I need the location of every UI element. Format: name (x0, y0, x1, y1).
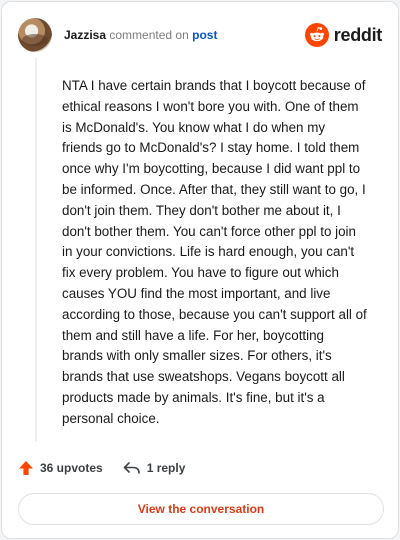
reddit-brand[interactable]: reddit (304, 22, 383, 48)
upvote-count: 36 upvotes (40, 461, 103, 475)
view-conversation-label: View the conversation (137, 502, 265, 516)
upvote-button[interactable]: 36 upvotes (18, 460, 103, 476)
upvote-arrow-icon (19, 461, 33, 475)
thread-line (35, 58, 37, 442)
comment-card: Jazzisa commented on post reddit NTA I h… (1, 1, 399, 539)
reddit-logo-icon (304, 23, 329, 47)
username[interactable]: Jazzisa (64, 28, 106, 42)
view-conversation-button[interactable]: View the conversation (18, 493, 384, 525)
user-avatar[interactable] (18, 18, 52, 52)
comment-header: Jazzisa commented on post reddit (18, 18, 382, 52)
action-text: commented on (109, 28, 189, 42)
comment-body: NTA I have certain brands that I boycott… (62, 78, 367, 426)
comment-actions: 36 upvotes 1 reply (18, 458, 185, 478)
reddit-wordmark: reddit (333, 24, 383, 45)
reply-arrow-icon (123, 462, 140, 474)
reply-button[interactable]: 1 reply (123, 460, 186, 476)
reply-count: 1 reply (146, 461, 186, 475)
post-link[interactable]: post (192, 28, 217, 42)
comment-meta: Jazzisa commented on post (64, 28, 217, 42)
